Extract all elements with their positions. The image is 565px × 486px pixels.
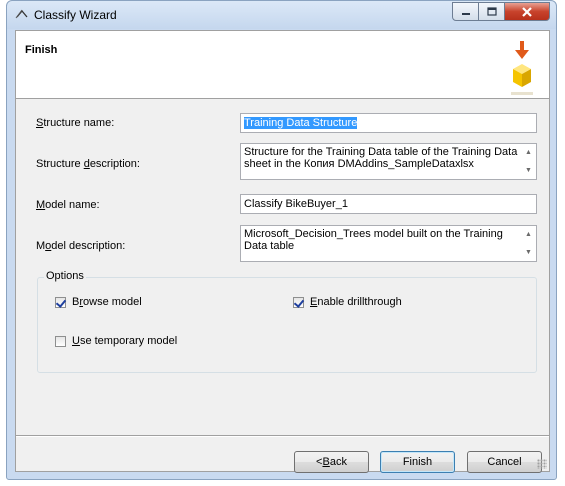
- model-name-label: Model name:: [36, 199, 100, 211]
- back-button[interactable]: < Back: [294, 451, 369, 473]
- structure-description-label: Structure description:: [36, 158, 140, 170]
- browse-model-checkbox[interactable]: Browse model: [55, 296, 142, 308]
- enable-drillthrough-label: Enable drillthrough: [310, 296, 402, 308]
- page-title: Finish: [25, 44, 58, 56]
- structure-description-input[interactable]: Structure for the Training Data table of…: [240, 143, 537, 180]
- scroll-down-icon[interactable]: ▼: [525, 247, 532, 259]
- maximize-icon: [486, 6, 497, 16]
- minimize-icon: [461, 12, 470, 15]
- use-temporary-model-checkbox[interactable]: Use temporary model: [55, 335, 177, 347]
- model-description-value: Microsoft_Decision_Trees model built on …: [244, 228, 503, 252]
- structure-description-value: Structure for the Training Data table of…: [244, 146, 518, 170]
- title-bar[interactable]: Classify Wizard: [7, 1, 556, 31]
- model-name-input[interactable]: Classify BikeBuyer_1: [240, 194, 537, 214]
- options-legend: Options: [44, 270, 86, 282]
- finish-button[interactable]: Finish: [380, 451, 455, 473]
- model-description-label: Model description:: [36, 240, 126, 252]
- wizard-app-icon: [15, 9, 28, 19]
- checkmark-icon: [55, 296, 66, 308]
- footer-divider: [16, 435, 549, 437]
- browse-model-label: Browse model: [72, 296, 142, 308]
- resize-grip-icon[interactable]: [537, 459, 547, 469]
- classify-wizard-window: Classify Wizard Finish Structure name: T…: [6, 0, 557, 480]
- model-name-value: Classify BikeBuyer_1: [244, 198, 348, 210]
- scroll-up-icon[interactable]: ▲: [525, 147, 532, 159]
- enable-drillthrough-checkbox[interactable]: Enable drillthrough: [293, 296, 402, 308]
- window-title: Classify Wizard: [34, 8, 117, 22]
- structure-description-scroll[interactable]: ▲ ▼: [523, 147, 533, 176]
- cancel-button[interactable]: Cancel: [467, 451, 542, 473]
- structure-name-label: Structure name:: [36, 117, 115, 129]
- checkmark-icon: [293, 296, 304, 308]
- structure-name-value: Training Data Structure: [244, 117, 358, 129]
- use-temporary-model-label: Use temporary model: [72, 335, 178, 347]
- minimize-button[interactable]: [452, 2, 479, 21]
- close-button[interactable]: [505, 2, 550, 21]
- checkbox-box: [55, 335, 66, 347]
- model-description-scroll[interactable]: ▲ ▼: [523, 229, 533, 258]
- finish-arrow-cube-icon: [511, 41, 533, 95]
- scroll-down-icon[interactable]: ▼: [525, 165, 532, 177]
- structure-name-input[interactable]: Training Data Structure: [240, 113, 537, 133]
- caption-buttons: [452, 2, 550, 21]
- model-description-input[interactable]: Microsoft_Decision_Trees model built on …: [240, 225, 537, 262]
- wizard-client-area: Finish Structure name: Training Data Str…: [15, 30, 550, 473]
- wizard-header: Finish: [16, 31, 549, 99]
- options-group: Options Browse model Enable drillthrough…: [37, 270, 537, 373]
- scroll-up-icon[interactable]: ▲: [525, 229, 532, 241]
- close-icon: [522, 6, 532, 17]
- maximize-button[interactable]: [479, 2, 505, 21]
